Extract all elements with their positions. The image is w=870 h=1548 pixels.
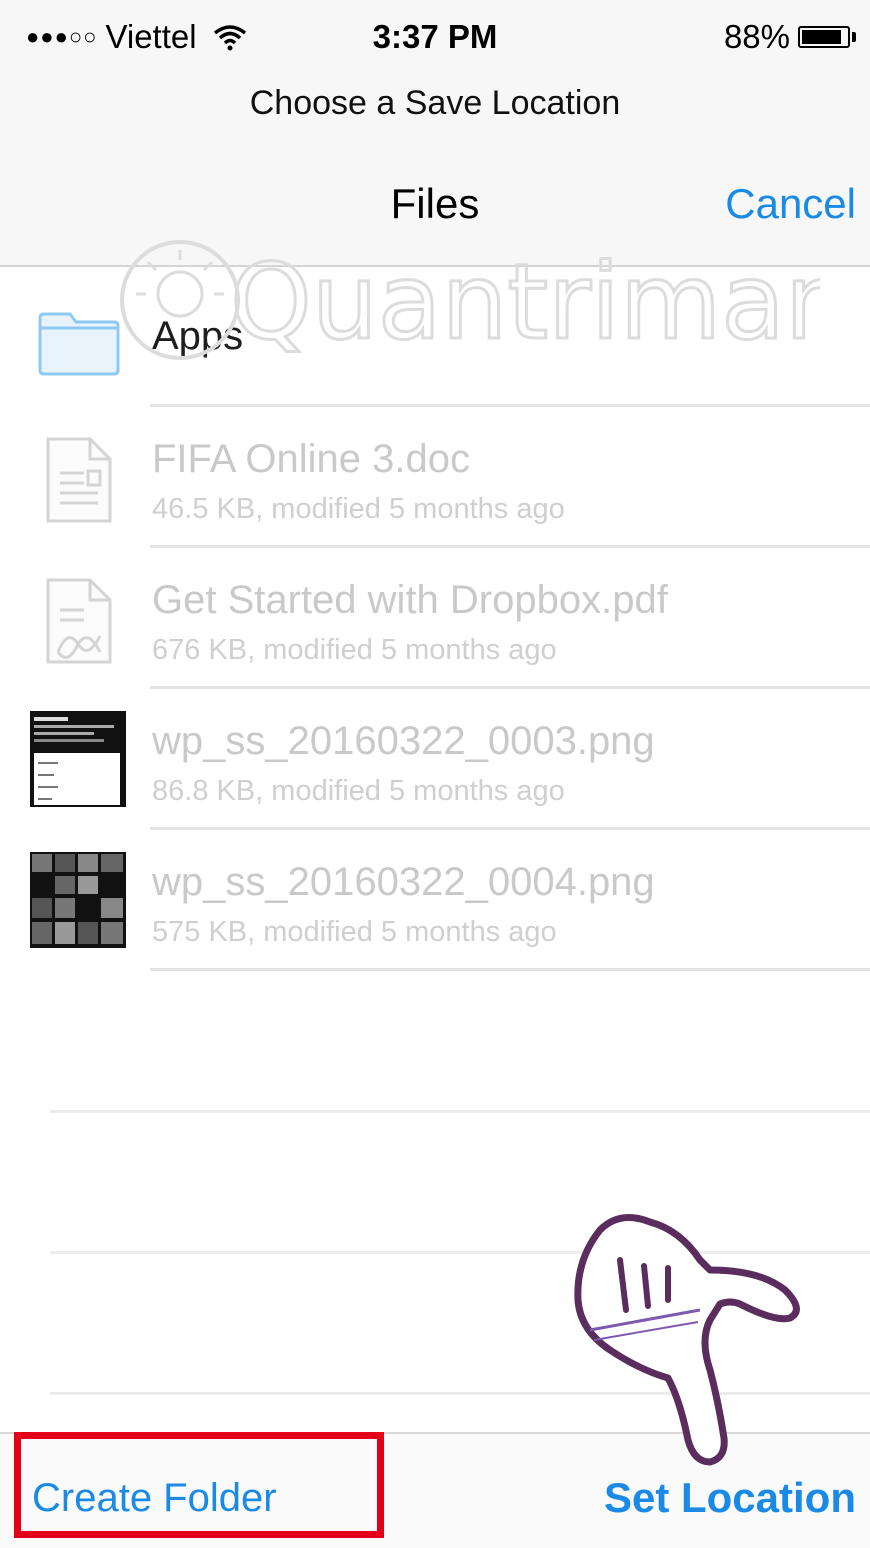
list-item-file: Get Started with Dropbox.pdf 676 KB, mod… bbox=[0, 548, 870, 689]
file-name: Get Started with Dropbox.pdf bbox=[152, 578, 668, 622]
battery-percentage: 88% bbox=[723, 18, 790, 55]
pointing-hand-icon bbox=[574, 1214, 800, 1466]
row-divider bbox=[50, 1110, 870, 1113]
list-item-file: FIFA Online 3.doc 46.5 KB, modified 5 mo… bbox=[0, 407, 870, 548]
file-meta: 676 KB, modified 5 months ago bbox=[152, 634, 557, 666]
battery-tip bbox=[852, 32, 856, 42]
set-location-button[interactable]: Set Location bbox=[604, 1474, 856, 1522]
list-item-file: wp_ss_20160322_0003.png 86.8 KB, modifie… bbox=[0, 689, 870, 830]
battery-status: 88% bbox=[724, 18, 856, 56]
file-name: wp_ss_20160322_0003.png bbox=[152, 719, 655, 763]
status-bar: ●●●○○ Viettel 3:37 PM 88% bbox=[0, 0, 870, 75]
folder-icon bbox=[38, 312, 120, 376]
document-icon bbox=[46, 437, 112, 523]
dialog-prompt: Choose a Save Location bbox=[249, 84, 621, 122]
row-divider bbox=[150, 968, 870, 971]
pdf-icon bbox=[46, 578, 112, 664]
file-name: FIFA Online 3.doc bbox=[152, 437, 470, 481]
file-name: Apps bbox=[152, 314, 244, 358]
list-item-file: wp_ss_20160322_0004.png 575 KB, modified… bbox=[0, 830, 870, 971]
highlight-box bbox=[14, 1432, 384, 1538]
list-item-folder[interactable]: Apps bbox=[0, 266, 870, 407]
file-meta: 86.8 KB, modified 5 months ago bbox=[152, 775, 565, 807]
file-name: wp_ss_20160322_0004.png bbox=[152, 860, 655, 904]
image-thumbnail-icon bbox=[30, 711, 126, 807]
image-thumbnail-icon bbox=[30, 852, 126, 948]
battery-icon bbox=[798, 26, 850, 48]
cancel-button[interactable]: Cancel bbox=[725, 180, 856, 228]
navigation-bar: ●●●○○ Viettel 3:37 PM 88% Choose a Save … bbox=[0, 0, 870, 267]
file-meta: 575 KB, modified 5 months ago bbox=[152, 916, 557, 948]
file-meta: 46.5 KB, modified 5 months ago bbox=[152, 493, 565, 525]
